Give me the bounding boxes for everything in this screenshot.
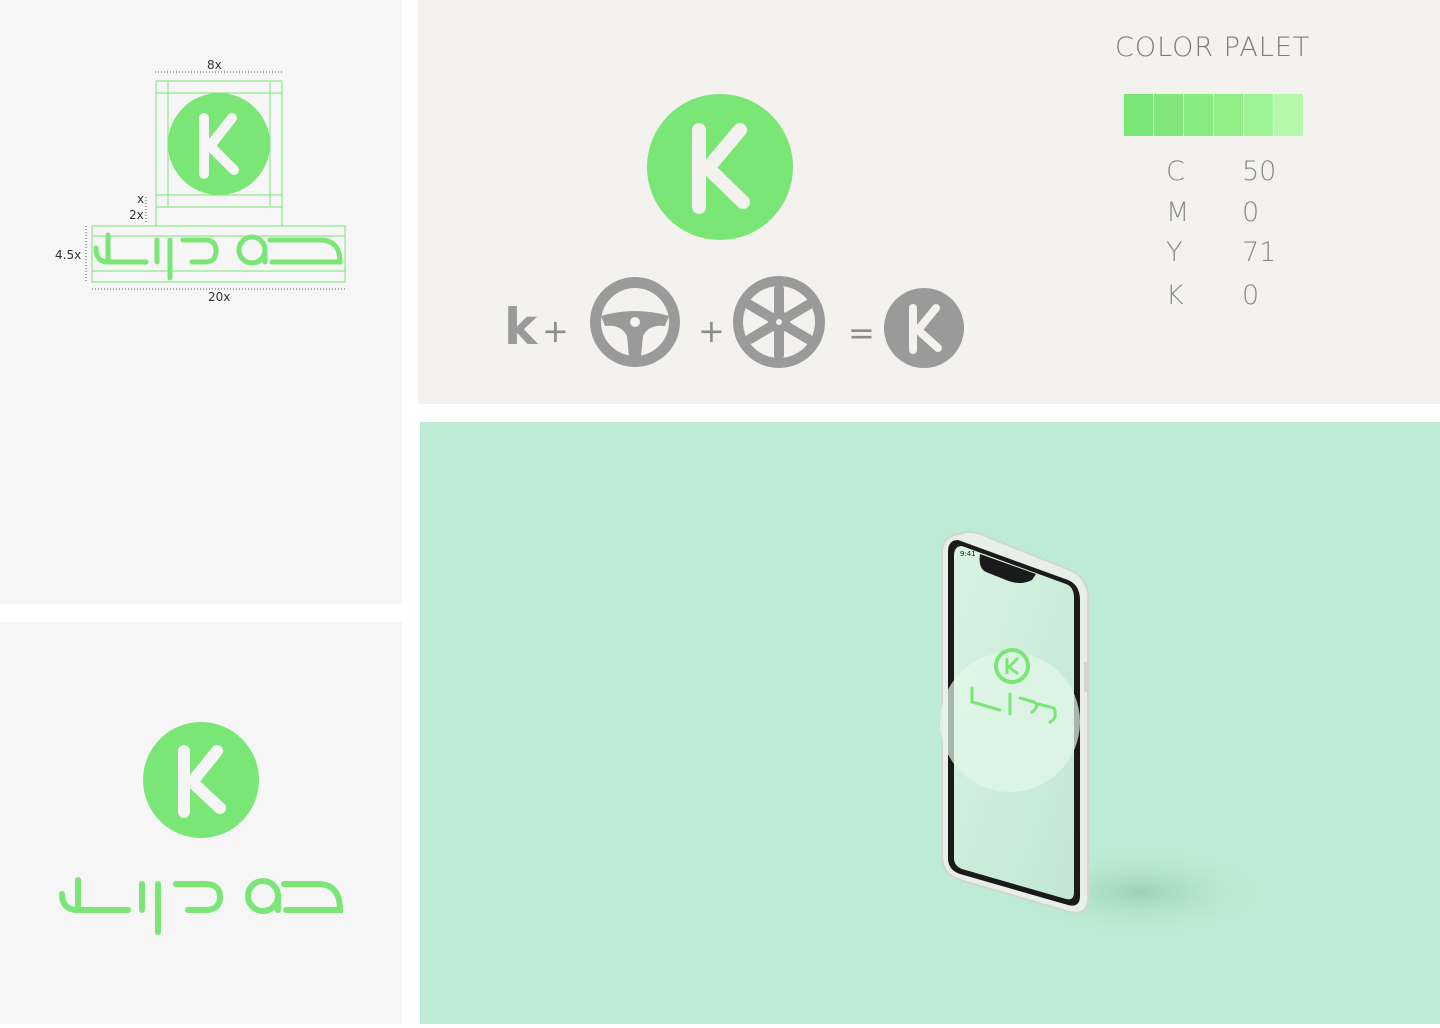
car-wheel-icon: [733, 276, 825, 368]
construction-panel: 8x x 2x 4.5x 20x: [0, 0, 402, 604]
gap-2x-label: 2x: [129, 208, 144, 222]
plus-sign-1: +: [542, 312, 569, 350]
phone-time: 9:41: [960, 550, 976, 558]
plus-sign-2: +: [698, 312, 725, 350]
width-8x-label: 8x: [207, 58, 222, 72]
wordmark: [59, 877, 344, 935]
cmyk-row-m: M0: [1166, 197, 1260, 228]
k-logo-construction-icon: [168, 93, 270, 195]
height-4-5x-label: 4.5x: [55, 248, 82, 262]
construction-grid: [85, 71, 346, 290]
width-20x-label: 20x: [208, 290, 231, 304]
color-swatch-4: [1214, 94, 1243, 136]
color-swatch-3: [1184, 94, 1213, 136]
k-logo-large-icon: [647, 94, 793, 240]
equals-sign: =: [848, 314, 875, 352]
logo-panel: [0, 622, 402, 1024]
concept-panel: k + + = COLOR PALET C 50 M0 Y 71 K0: [418, 0, 1440, 404]
k-logo-gray-icon: [884, 288, 964, 368]
cmyk-row-c: C 50: [1166, 156, 1277, 187]
color-palette-title: COLOR PALET: [1115, 32, 1311, 63]
color-swatches: [1124, 94, 1304, 136]
phone-body: 9:41: [940, 531, 1089, 914]
color-swatch-1: [1124, 94, 1153, 136]
color-swatch-2: [1154, 94, 1183, 136]
k-logo-icon: [143, 722, 259, 838]
color-swatch-6: [1274, 94, 1303, 136]
cmyk-row-k: K0: [1166, 280, 1260, 311]
gap-x-label: x: [137, 192, 145, 206]
k-letter: k: [504, 298, 538, 356]
phone-mockup: 9:41: [940, 531, 1270, 937]
cmyk-row-y: Y 71: [1166, 237, 1277, 268]
phone-mockup-panel: 9:41: [420, 422, 1440, 1024]
final-logo: [59, 722, 344, 935]
steering-wheel-icon: [590, 277, 680, 367]
color-swatch-5: [1244, 94, 1273, 136]
wordmark-construction: [93, 232, 343, 281]
